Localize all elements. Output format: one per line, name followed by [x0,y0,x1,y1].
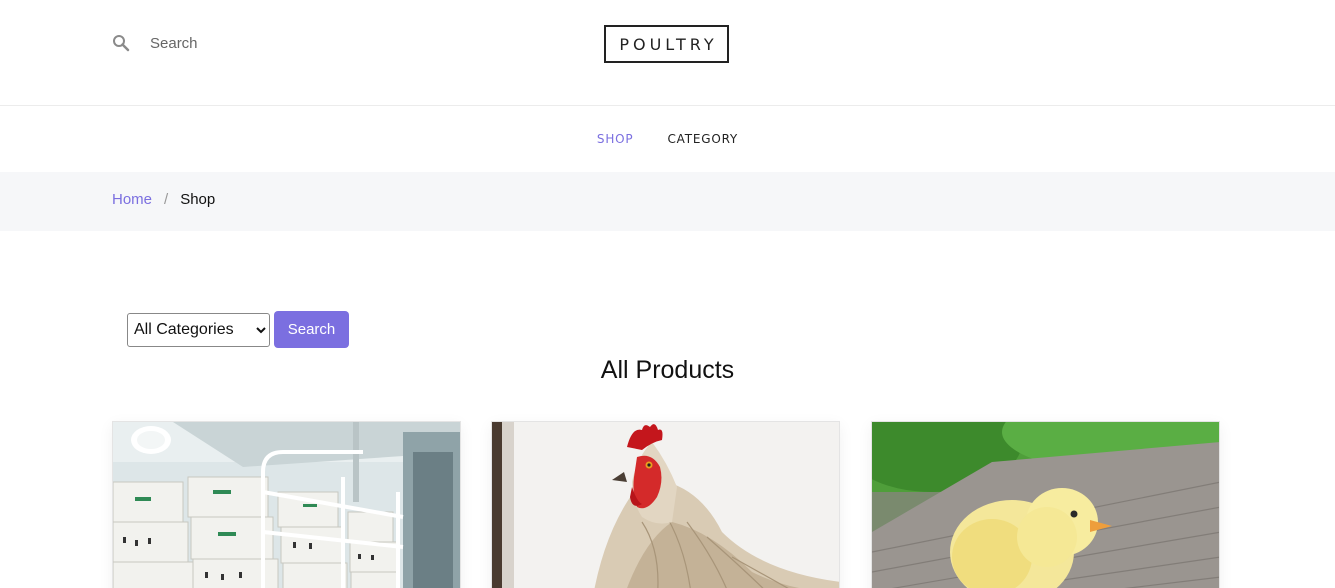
product-card[interactable] [491,421,840,588]
category-select[interactable]: All Categories [127,312,270,347]
category-filter: All Categories Search [127,311,349,348]
site-logo[interactable]: POULTRY [604,25,729,63]
filter-search-button[interactable]: Search [274,311,349,348]
breadcrumb-separator: / [164,191,169,208]
product-card[interactable] [112,421,461,588]
product-card[interactable] [871,421,1220,588]
page-title: All Products [600,356,735,384]
breadcrumb-current: Shop [180,191,216,208]
main-nav: SHOP CATEGORY [0,106,1335,172]
site-header: POULTRY [0,0,1335,106]
nav-item-category[interactable]: CATEGORY [667,132,738,146]
product-image-hatchery[interactable] [113,422,461,588]
search-input[interactable] [150,31,330,55]
breadcrumb-bar: Home / Shop [0,172,1335,231]
header-search [112,30,330,56]
breadcrumb-home-link[interactable]: Home [112,191,152,208]
nav-item-shop[interactable]: SHOP [597,132,634,146]
search-icon[interactable] [112,34,130,52]
product-image-hen[interactable] [492,422,840,588]
product-image-chick[interactable] [872,422,1220,588]
breadcrumb: Home / Shop [112,191,215,208]
